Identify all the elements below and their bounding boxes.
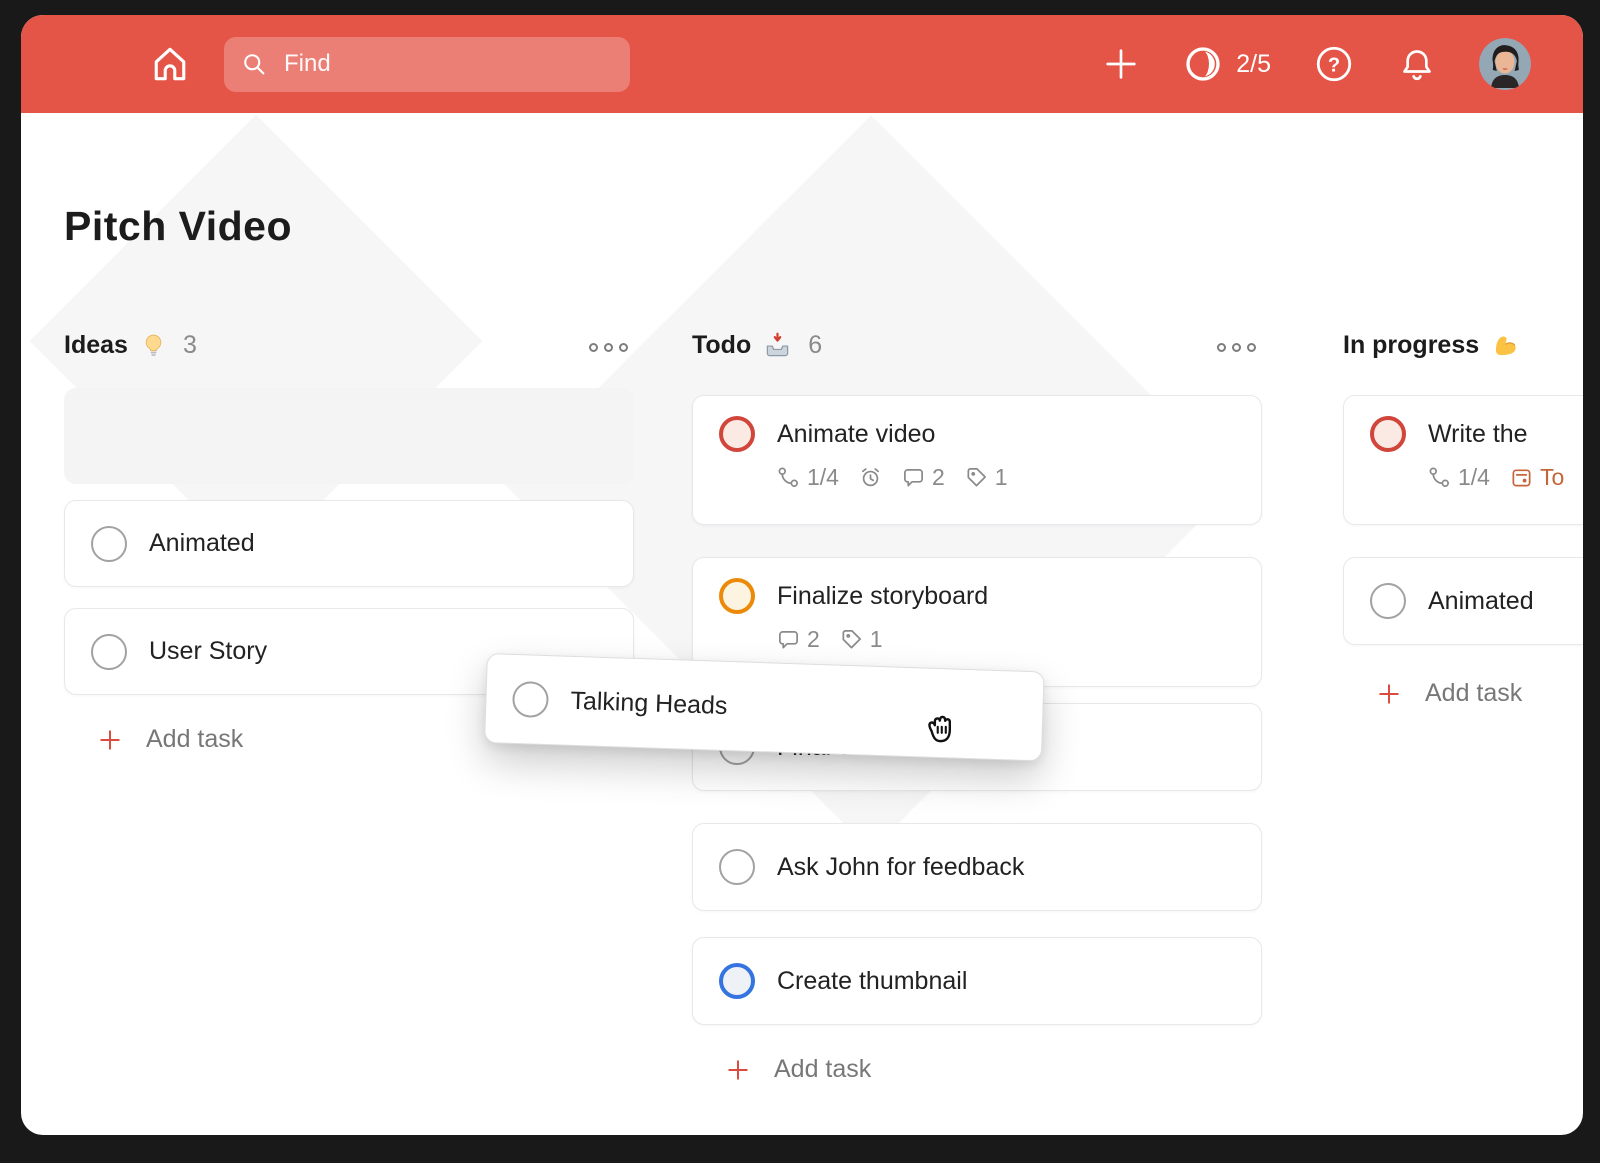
task-title: Animated xyxy=(1428,587,1534,616)
column-ideas-count: 3 xyxy=(183,331,197,360)
column-ideas: Ideas 3 Animated User Story Add xyxy=(64,15,634,1135)
column-ideas-name: Ideas xyxy=(64,331,128,360)
subtasks-meta: 1/4 xyxy=(1428,464,1490,491)
search-icon xyxy=(240,50,268,78)
task-card[interactable]: Create thumbnail xyxy=(692,937,1262,1025)
task-checkbox[interactable] xyxy=(91,526,127,562)
task-meta: 1/4 To xyxy=(1428,464,1583,491)
column-in-progress-header: In progress xyxy=(1343,331,1519,360)
task-card[interactable]: Animated xyxy=(1343,557,1583,645)
task-card[interactable]: Ask John for feedback xyxy=(692,823,1262,911)
add-icon[interactable] xyxy=(1101,44,1141,84)
grab-hand-cursor xyxy=(918,707,964,753)
notifications-bell-icon[interactable] xyxy=(1397,44,1437,84)
alarm-clock-icon xyxy=(859,466,882,489)
app-window: 2/5 ? xyxy=(21,15,1583,1135)
plus-icon xyxy=(96,726,124,754)
comment-icon xyxy=(777,628,800,651)
column-todo-menu-icon[interactable] xyxy=(1213,339,1260,356)
svg-text:?: ? xyxy=(1328,55,1340,77)
task-title: Animated xyxy=(149,529,255,558)
task-checkbox-priority1[interactable] xyxy=(1370,416,1406,452)
inbox-tray-emoji-icon xyxy=(764,332,791,359)
task-card[interactable]: Write the 1/4 To xyxy=(1343,395,1583,525)
lightbulb-emoji-icon xyxy=(141,333,166,358)
productivity-pie-icon xyxy=(1183,44,1223,84)
due-date-meta: To xyxy=(1510,464,1564,491)
task-title: Animate video xyxy=(777,420,935,449)
task-title: User Story xyxy=(149,637,267,666)
column-todo: Todo 6 Animate video xyxy=(692,15,1262,1135)
menu-icon[interactable] xyxy=(68,49,110,79)
comment-icon xyxy=(902,466,925,489)
label-tag-icon xyxy=(965,466,988,489)
add-task-button[interactable]: Add task xyxy=(94,723,245,756)
flexed-biceps-emoji-icon xyxy=(1492,332,1519,359)
plus-icon xyxy=(1375,680,1403,708)
search-input[interactable] xyxy=(282,49,614,79)
add-task-label: Add task xyxy=(146,725,243,754)
add-task-label: Add task xyxy=(1425,679,1522,708)
task-title: Create thumbnail xyxy=(777,967,967,996)
subtasks-icon xyxy=(1428,466,1451,489)
column-todo-header: Todo 6 xyxy=(692,331,822,360)
column-ideas-menu-icon[interactable] xyxy=(585,339,632,356)
column-todo-count: 6 xyxy=(808,331,822,360)
task-checkbox[interactable] xyxy=(91,634,127,670)
top-bar-actions: 2/5 ? xyxy=(1101,38,1531,90)
avatar[interactable] xyxy=(1479,38,1531,90)
top-bar: 2/5 ? xyxy=(21,15,1583,113)
column-in-progress-name: In progress xyxy=(1343,331,1479,360)
task-checkbox[interactable] xyxy=(1370,583,1406,619)
task-title: Finalize storyboard xyxy=(777,582,988,611)
subtasks-icon xyxy=(777,466,800,489)
labels-meta: 1 xyxy=(965,464,1008,491)
task-checkbox-priority3[interactable] xyxy=(719,963,755,999)
column-ideas-header: Ideas 3 xyxy=(64,331,197,360)
column-todo-name: Todo xyxy=(692,331,751,360)
task-meta: 2 1 xyxy=(777,626,1235,653)
subtasks-meta: 1/4 xyxy=(777,464,839,491)
task-checkbox[interactable] xyxy=(512,681,549,718)
task-title: Talking Heads xyxy=(570,686,728,720)
add-task-button[interactable]: Add task xyxy=(1373,677,1524,710)
help-icon[interactable]: ? xyxy=(1313,43,1355,85)
column-in-progress: In progress Write the 1/4 xyxy=(1343,15,1583,1135)
productivity-widget[interactable]: 2/5 xyxy=(1183,44,1271,84)
search-box[interactable] xyxy=(224,37,630,92)
task-title: Write the xyxy=(1428,420,1528,449)
comments-meta: 2 xyxy=(902,464,945,491)
drop-placeholder xyxy=(64,388,634,484)
add-task-button[interactable]: Add task xyxy=(722,1053,873,1086)
labels-meta: 1 xyxy=(840,626,883,653)
plus-icon xyxy=(724,1056,752,1084)
karma-count: 2/5 xyxy=(1236,50,1271,79)
task-meta: 1/4 2 xyxy=(777,464,1235,491)
calendar-today-icon xyxy=(1510,466,1533,489)
reminder-meta xyxy=(859,466,882,489)
task-title: Ask John for feedback xyxy=(777,853,1024,882)
label-tag-icon xyxy=(840,628,863,651)
task-card[interactable]: Animated xyxy=(64,500,634,587)
add-task-label: Add task xyxy=(774,1055,871,1084)
task-checkbox-priority2[interactable] xyxy=(719,578,755,614)
home-icon[interactable] xyxy=(148,42,192,86)
comments-meta: 2 xyxy=(777,626,820,653)
task-checkbox-priority1[interactable] xyxy=(719,416,755,452)
task-card[interactable]: Animate video 1/4 xyxy=(692,395,1262,525)
task-checkbox[interactable] xyxy=(719,849,755,885)
